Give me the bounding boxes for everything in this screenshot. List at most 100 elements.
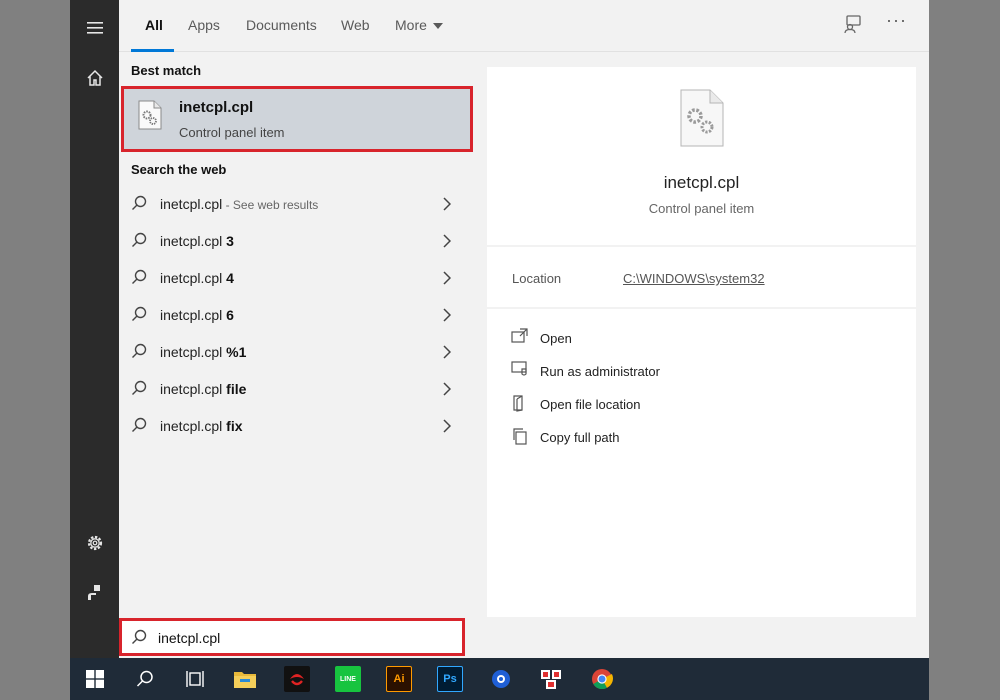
web-result-query: inetcpl.cpl: [160, 233, 227, 249]
blue-app-icon[interactable]: [486, 664, 516, 694]
chevron-right-icon: [443, 271, 452, 290]
hamburger-menu-icon[interactable]: [70, 8, 119, 48]
illustrator-icon-text: Ai: [393, 673, 405, 685]
chevron-right-icon: [443, 382, 452, 401]
tab-documents[interactable]: Documents: [246, 17, 317, 33]
active-tab-indicator: [131, 49, 174, 52]
search-icon: [131, 343, 147, 364]
best-match-title: inetcpl.cpl: [179, 99, 254, 116]
search-web-heading: Search the web: [131, 162, 227, 177]
web-result-suffix: fix: [226, 418, 243, 434]
run-as-admin-icon: [511, 361, 529, 382]
search-icon: [131, 269, 147, 290]
chevron-right-icon: [443, 197, 452, 216]
search-icon: [131, 232, 147, 253]
search-input[interactable]: inetcpl.cpl: [119, 618, 465, 656]
web-result-query: inetcpl.cpl: [160, 307, 227, 323]
best-match-item[interactable]: inetcpl.cpl Control panel item: [121, 86, 473, 152]
taskbar: LINE Ai Ps: [70, 658, 929, 700]
line-icon[interactable]: LINE: [333, 664, 363, 694]
web-result-text: inetcpl.cpl - See web results: [160, 196, 318, 212]
web-result-text: inetcpl.cpl 6: [160, 307, 234, 323]
web-result-text: inetcpl.cpl 4: [160, 270, 234, 286]
web-result-suffix: 3: [226, 233, 234, 249]
web-result-item[interactable]: inetcpl.cpl 4: [119, 260, 471, 297]
preview-pane: inetcpl.cpl Control panel item Location …: [487, 67, 916, 617]
folder-icon[interactable]: [230, 664, 260, 694]
action-copy-full-path-label: Copy full path: [540, 430, 620, 445]
search-icon: [131, 195, 147, 216]
web-result-suffix: %1: [226, 344, 247, 360]
line-icon-text: LINE: [340, 675, 356, 683]
user-icon[interactable]: [70, 572, 119, 612]
web-result-suffix: 6: [226, 307, 234, 323]
action-open-file-location-label: Open file location: [540, 397, 641, 412]
web-result-hint: - See web results: [222, 198, 319, 212]
chevron-right-icon: [443, 308, 452, 327]
web-result-item[interactable]: inetcpl.cpl 6: [119, 297, 471, 334]
preview-title: inetcpl.cpl: [663, 173, 740, 192]
divider: [487, 245, 916, 247]
web-result-item[interactable]: inetcpl.cpl fix: [119, 408, 471, 445]
line-tile: LINE: [335, 666, 361, 692]
chevron-right-icon: [443, 234, 452, 253]
chrome-icon[interactable]: [587, 664, 617, 694]
illustrator-icon[interactable]: Ai: [384, 664, 414, 694]
web-result-query: inetcpl.cpl: [160, 381, 227, 397]
tab-apps[interactable]: Apps: [188, 17, 220, 33]
chevron-right-icon: [443, 345, 452, 364]
web-result-text: inetcpl.cpl fix: [160, 418, 243, 434]
start-search-window: All Apps Documents Web More ··· Best mat…: [70, 0, 929, 658]
tab-more[interactable]: More: [395, 17, 443, 33]
copy-icon: [511, 427, 529, 450]
web-result-item[interactable]: inetcpl.cpl - See web results: [119, 186, 471, 223]
web-result-suffix: file: [226, 381, 247, 397]
left-rail: [70, 0, 119, 658]
tab-all[interactable]: All: [145, 17, 163, 33]
web-result-item[interactable]: inetcpl.cpl file: [119, 371, 471, 408]
search-icon: [131, 629, 147, 650]
photoshop-icon-text: Ps: [443, 673, 457, 685]
file-location-icon: [511, 394, 529, 417]
best-match-subtitle: Control panel item: [179, 125, 285, 140]
tab-web[interactable]: Web: [341, 17, 370, 33]
illustrator-tile: Ai: [386, 666, 412, 692]
garena-icon[interactable]: [282, 664, 312, 694]
search-input-value[interactable]: inetcpl.cpl: [158, 630, 220, 646]
home-icon[interactable]: [70, 58, 119, 98]
search-icon: [131, 306, 147, 327]
search-icon: [131, 380, 147, 401]
gear-icon[interactable]: [70, 523, 119, 563]
web-result-query: inetcpl.cpl: [160, 344, 227, 360]
web-result-item[interactable]: inetcpl.cpl %1: [119, 334, 471, 371]
web-result-text: inetcpl.cpl file: [160, 381, 246, 397]
ellipsis-icon[interactable]: ···: [886, 10, 907, 31]
location-link[interactable]: C:\WINDOWS\system32: [623, 271, 765, 286]
best-match-heading: Best match: [131, 63, 202, 78]
action-run-as-admin-label: Run as administrator: [540, 364, 660, 379]
open-icon: [511, 328, 529, 349]
web-result-query: inetcpl.cpl: [160, 196, 223, 212]
search-icon: [131, 417, 147, 438]
web-result-suffix: 4: [226, 270, 234, 286]
web-result-text: inetcpl.cpl 3: [160, 233, 234, 249]
garena-tile: [284, 666, 310, 692]
task-view-icon[interactable]: [180, 664, 210, 694]
web-result-query: inetcpl.cpl: [160, 270, 227, 286]
location-label: Location: [512, 271, 562, 286]
results-pane: Best match inetcpl.cpl Control panel ite…: [119, 0, 476, 658]
photoshop-icon[interactable]: Ps: [435, 664, 465, 694]
divider: [487, 307, 916, 309]
control-panel-file-icon: [680, 89, 724, 152]
feedback-icon[interactable]: [843, 14, 863, 39]
control-panel-file-icon: [138, 100, 162, 135]
redwhite-app-icon[interactable]: [536, 664, 566, 694]
tab-more-label: More: [395, 17, 427, 33]
photoshop-tile: Ps: [437, 666, 463, 692]
web-result-item[interactable]: inetcpl.cpl 3: [119, 223, 471, 260]
preview-subtitle: Control panel item: [648, 201, 755, 216]
search-icon[interactable]: [130, 664, 160, 694]
windows-logo-icon[interactable]: [80, 664, 110, 694]
filter-tabs: All Apps Documents Web More ···: [119, 0, 929, 52]
chevron-down-icon: [432, 23, 443, 30]
